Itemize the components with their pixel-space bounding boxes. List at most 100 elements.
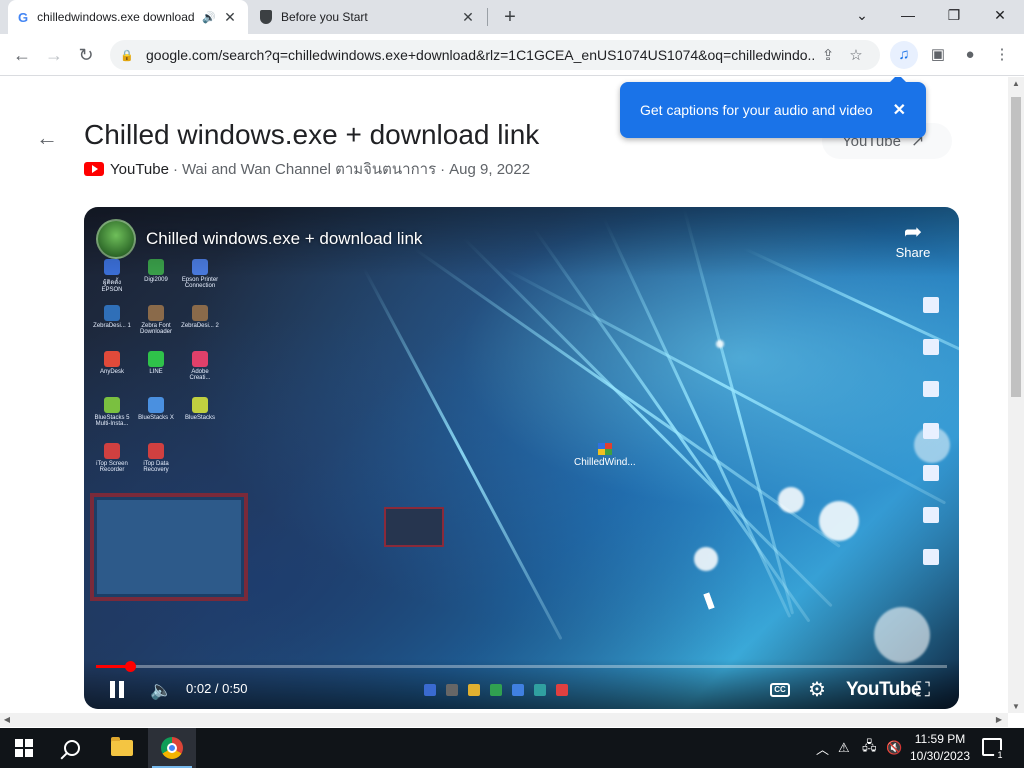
page-content: ← Chilled windows.exe + download link Yo…: [0, 77, 1008, 713]
desktop-icon: [923, 297, 939, 313]
back-button[interactable]: ←: [8, 41, 36, 69]
forward-button[interactable]: →: [40, 41, 68, 69]
video-controls: 🔈 0:02 / 0:50 CC ⚙ YouTube ⛶: [84, 659, 959, 709]
new-tab-button[interactable]: +: [498, 4, 522, 30]
tab-label: chilledwindows.exe download: [37, 10, 195, 24]
bokeh-light: [716, 340, 724, 348]
light-fiber: [503, 267, 947, 505]
bokeh-light: [778, 487, 804, 513]
scroll-left-arrow[interactable]: ◀: [0, 713, 14, 727]
scroll-down-arrow[interactable]: ▼: [1008, 702, 1024, 711]
reload-button[interactable]: ↻: [72, 41, 100, 69]
desktop-icon: [923, 507, 939, 523]
close-window-button[interactable]: ✕: [978, 0, 1022, 30]
scrollbar-thumb[interactable]: [1011, 97, 1021, 397]
share-arrow-icon: ➦: [903, 219, 923, 244]
media-controls-icon[interactable]: ♫: [890, 41, 918, 69]
taskbar-search-button[interactable]: [48, 728, 96, 768]
tab-chilledwindows[interactable]: G chilledwindows.exe download 🔊 ✕: [8, 0, 248, 34]
bookmark-star-icon[interactable]: ☆: [842, 46, 870, 64]
desktop-icon: AnyDesk: [92, 351, 132, 387]
horizontal-scrollbar[interactable]: ◀ ▶: [0, 713, 1008, 727]
desktop-icon: BlueStacks: [180, 397, 220, 433]
desktop-icons: ผู้ติดตั้ง EPSON Digi2009 Epson Printer …: [92, 259, 224, 479]
folder-icon: [111, 737, 133, 756]
tooltip-text: Get captions for your audio and video: [640, 102, 873, 118]
volume-icon[interactable]: 🔈: [150, 679, 172, 701]
video-title[interactable]: Chilled windows.exe + download link: [146, 229, 422, 249]
clock-time: 11:59 PM: [914, 732, 966, 746]
taskbar-chrome[interactable]: [148, 728, 196, 768]
tab-before-you-start[interactable]: Before you Start ✕: [250, 0, 486, 34]
network-icon[interactable]: 🖧: [862, 728, 877, 768]
clock-date: 10/30/2023: [909, 749, 971, 763]
youtube-wordmark[interactable]: YouTube: [846, 679, 921, 701]
desktop-icon: [923, 381, 939, 397]
profile-avatar-icon[interactable]: ●: [956, 41, 984, 69]
desktop-icon: ZebraDesi... 1: [92, 305, 132, 341]
channel-name: Wai and Wan Channel ตามจินตนาการ: [181, 161, 437, 178]
scroll-up-arrow[interactable]: ▲: [1008, 79, 1024, 88]
network-warning-icon[interactable]: ⚠: [838, 728, 850, 768]
circuit-chip: [94, 497, 244, 597]
scroll-right-arrow[interactable]: ▶: [992, 713, 1006, 727]
maximize-button[interactable]: ❐: [932, 0, 976, 30]
lock-icon[interactable]: 🔒: [120, 49, 134, 62]
close-icon[interactable]: ✕: [893, 100, 906, 120]
settings-gear-icon[interactable]: ⚙: [808, 679, 826, 701]
desktop-icon: [923, 549, 939, 565]
search-icon: [64, 740, 80, 756]
bokeh-light: [819, 501, 859, 541]
close-tab-icon[interactable]: ✕: [460, 9, 476, 26]
share-button[interactable]: ➦ Share: [891, 219, 935, 260]
publish-date: Aug 9, 2022: [449, 160, 531, 178]
start-button[interactable]: [0, 728, 48, 768]
video-player[interactable]: ผู้ติดตั้ง EPSON Digi2009 Epson Printer …: [84, 207, 959, 709]
windows-taskbar: ︿ ⚠ 🖧 🔇 11:59 PM 10/30/2023 1: [0, 728, 1024, 768]
tab-search-button[interactable]: ⌄: [840, 0, 884, 30]
desktop-icon: LINE: [136, 351, 176, 387]
captions-tooltip: Get captions for your audio and video ✕: [620, 77, 926, 138]
notification-count: 1: [994, 750, 1006, 760]
source-name: YouTube: [110, 160, 169, 178]
video-meta: YouTube · Wai and Wan Channel ตามจินตนาก…: [84, 157, 530, 181]
menu-kebab-icon[interactable]: ⋮: [988, 41, 1016, 69]
desktop-icon: Zebra Font Downloader: [136, 305, 176, 341]
show-hidden-icons-button[interactable]: ︿: [816, 728, 829, 768]
desktop-icon: iTop Data Recovery: [136, 443, 176, 479]
taskbar-clock[interactable]: 11:59 PM 10/30/2023: [900, 731, 980, 765]
minimize-button[interactable]: —: [886, 0, 930, 30]
close-tab-icon[interactable]: ✕: [222, 9, 238, 26]
notification-center-icon[interactable]: 1: [982, 738, 1006, 760]
desktop-icon: BlueStacks X: [136, 397, 176, 433]
tab-label: Before you Start: [281, 10, 368, 24]
pause-button[interactable]: [108, 679, 128, 701]
light-fiber: [413, 247, 841, 548]
url-text[interactable]: google.com/search?q=chilledwindows.exe+d…: [146, 47, 814, 63]
desktop-icon: BlueStacks 5 Multi-Insta...: [92, 397, 132, 433]
speaker-icon[interactable]: 🔊: [202, 11, 216, 24]
channel-avatar[interactable]: [96, 219, 136, 259]
page-title: Chilled windows.exe + download link: [84, 119, 540, 150]
desktop-icons-right: [923, 297, 939, 565]
address-bar[interactable]: 🔒 google.com/search?q=chilledwindows.exe…: [110, 40, 880, 70]
vertical-scrollbar[interactable]: ▲ ▼: [1008, 77, 1024, 713]
desktop-icon: [923, 339, 939, 355]
windows-logo-icon: [15, 739, 33, 757]
tab-strip: G chilledwindows.exe download 🔊 ✕ Before…: [0, 0, 1024, 34]
progress-bar[interactable]: [96, 661, 947, 672]
progress-knob[interactable]: [125, 661, 137, 672]
fullscreen-icon[interactable]: ⛶: [916, 679, 930, 701]
taskbar-file-explorer[interactable]: [98, 728, 146, 768]
captions-button[interactable]: CC: [770, 683, 790, 697]
google-g-icon: G: [18, 9, 29, 25]
youtube-logo-icon: [84, 162, 104, 176]
mouse-cursor-icon: [703, 592, 715, 610]
chilledwindows-desktop-icon: ChilledWind...: [574, 443, 636, 468]
side-panel-icon[interactable]: ▣: [924, 41, 952, 69]
shield-icon: [260, 10, 272, 24]
light-fiber: [362, 267, 563, 641]
back-arrow-icon[interactable]: ←: [36, 125, 58, 151]
desktop-icon: [923, 423, 939, 439]
share-page-icon[interactable]: ⇪: [814, 46, 842, 64]
